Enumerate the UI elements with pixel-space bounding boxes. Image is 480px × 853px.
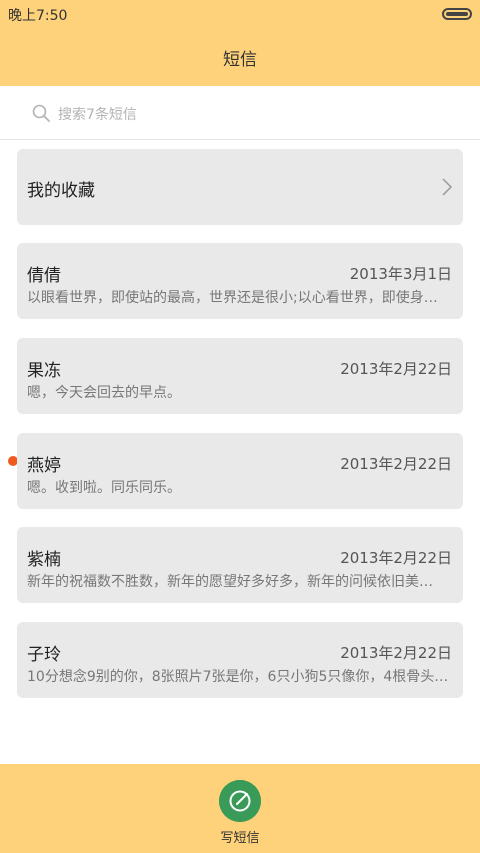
conversation-item[interactable]: 果冻 2013年2月22日 嗯，今天会回去的早点。 — [17, 338, 463, 414]
message-date: 2013年2月22日 — [340, 360, 452, 378]
conversation-item[interactable]: 紫楠 2013年2月22日 新年的祝福数不胜数，新年的愿望好多好多，新年的问候依… — [17, 527, 463, 603]
message-date: 2013年3月1日 — [349, 265, 452, 283]
compose-icon — [219, 780, 261, 822]
message-preview: 以眼看世界，即使站的最高，世界还是很小;以心看世界，即使身… — [27, 290, 438, 306]
status-time: 晚上7:50 — [8, 8, 68, 24]
conversation-item[interactable]: 倩倩 2013年3月1日 以眼看世界，即使站的最高，世界还是很小;以心看世界，即… — [17, 243, 463, 319]
compose-label: 写短信 — [220, 831, 260, 846]
message-date: 2013年2月22日 — [340, 549, 452, 567]
contact-name: 倩倩 — [27, 266, 61, 286]
battery-icon — [442, 8, 472, 20]
conversation-item[interactable]: 子玲 2013年2月22日 10分想念9别的你，8张照片7张是你，6只小狗5只像… — [17, 622, 463, 698]
message-preview: 新年的祝福数不胜数，新年的愿望好多好多，新年的问候依旧美… — [27, 574, 433, 590]
conversation-item[interactable]: 燕婷 2013年2月22日 嗯。收到啦。同乐同乐。 — [17, 433, 463, 509]
message-preview: 嗯，今天会回去的早点。 — [27, 385, 181, 401]
message-preview: 10分想念9别的你，8张照片7张是你，6只小狗5只像你，4根骨头… — [27, 669, 449, 685]
page-title: 短信 — [223, 50, 257, 70]
search-icon — [32, 104, 50, 122]
message-date: 2013年2月22日 — [340, 455, 452, 473]
search-bar[interactable]: 搜索7条短信 — [0, 86, 480, 140]
favorites-label: 我的收藏 — [27, 181, 95, 201]
chevron-right-icon — [442, 178, 453, 196]
search-placeholder: 搜索7条短信 — [58, 107, 137, 123]
status-bar: 晚上7:50 — [0, 0, 480, 28]
contact-name: 紫楠 — [27, 550, 61, 570]
compose-button[interactable] — [219, 780, 261, 822]
contact-name: 子玲 — [27, 645, 61, 665]
contact-name: 果冻 — [27, 361, 61, 381]
title-bar: 短信 — [0, 28, 480, 86]
message-preview: 嗯。收到啦。同乐同乐。 — [27, 480, 181, 496]
bottom-bar: 写短信 — [0, 764, 480, 853]
message-date: 2013年2月22日 — [340, 644, 452, 662]
favorites-item[interactable]: 我的收藏 — [17, 149, 463, 225]
contact-name: 燕婷 — [27, 456, 61, 476]
